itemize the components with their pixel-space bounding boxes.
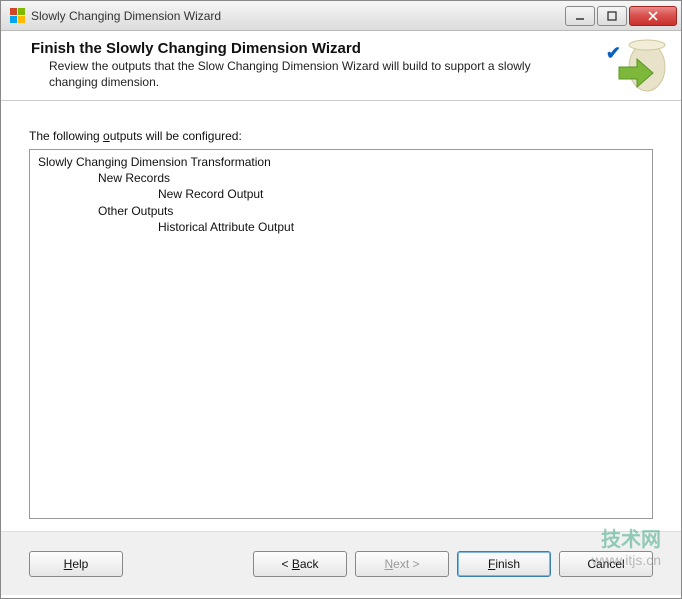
tree-leaf-item: Historical Attribute Output bbox=[38, 219, 644, 235]
titlebar: Slowly Changing Dimension Wizard bbox=[1, 1, 681, 31]
outputs-label: The following outputs will be configured… bbox=[29, 129, 653, 143]
help-button[interactable]: Help bbox=[29, 551, 123, 577]
finish-button[interactable]: Finish bbox=[457, 551, 551, 577]
tree-root-item: Slowly Changing Dimension Transformation bbox=[38, 154, 644, 170]
wizard-subtitle: Review the outputs that the Slow Changin… bbox=[31, 59, 561, 90]
tree-group-item: New Records bbox=[38, 170, 644, 186]
wizard-body: The following outputs will be configured… bbox=[1, 101, 681, 531]
tree-leaf-item: New Record Output bbox=[38, 186, 644, 202]
wizard-title: Finish the Slowly Changing Dimension Wiz… bbox=[31, 40, 561, 57]
minimize-button[interactable] bbox=[565, 6, 595, 26]
outputs-listbox[interactable]: Slowly Changing Dimension Transformation… bbox=[29, 149, 653, 519]
window-title: Slowly Changing Dimension Wizard bbox=[31, 9, 565, 23]
cancel-button[interactable]: Cancel bbox=[559, 551, 653, 577]
window-controls bbox=[565, 6, 677, 26]
app-icon bbox=[9, 8, 25, 24]
tree-group-item: Other Outputs bbox=[38, 203, 644, 219]
back-button[interactable]: < Back bbox=[253, 551, 347, 577]
wizard-graphic-icon bbox=[613, 39, 669, 95]
wizard-footer: Help < Back Next > Finish Cancel bbox=[1, 531, 681, 595]
next-button: Next > bbox=[355, 551, 449, 577]
maximize-button[interactable] bbox=[597, 6, 627, 26]
wizard-header: Finish the Slowly Changing Dimension Wiz… bbox=[1, 31, 681, 101]
close-button[interactable] bbox=[629, 6, 677, 26]
